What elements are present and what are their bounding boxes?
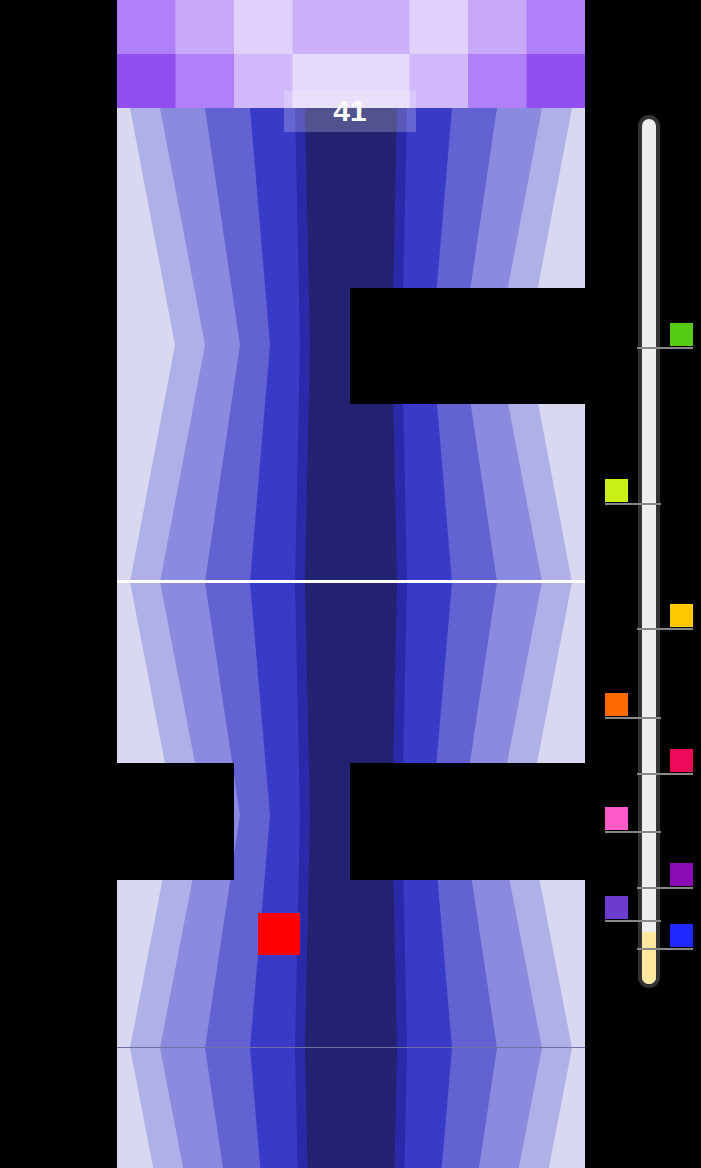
goal-tile — [117, 54, 176, 108]
level-marker — [605, 479, 628, 502]
marker-tick — [637, 628, 693, 630]
marker-tick — [605, 717, 661, 719]
level-marker — [605, 693, 628, 716]
marker-tick — [605, 831, 661, 833]
level-marker — [605, 807, 628, 830]
goal-tile — [527, 54, 586, 108]
tunnel — [117, 0, 585, 1168]
level-marker — [605, 896, 628, 919]
goal-tile — [117, 0, 176, 54]
level-marker — [670, 924, 693, 947]
wall — [117, 763, 234, 880]
goal-tile — [468, 0, 527, 54]
level-marker — [670, 604, 693, 627]
goal-tile — [410, 0, 469, 54]
goal-tile — [351, 0, 410, 54]
goal-tile — [468, 54, 527, 108]
marker-tick — [605, 503, 661, 505]
marker-tick — [637, 773, 693, 775]
marker-tick — [637, 887, 693, 889]
tunnel-stripe — [295, 1048, 407, 1168]
goal-tile — [293, 0, 352, 54]
game-area[interactable]: 41 — [117, 0, 585, 1168]
tunnel-stripe — [160, 1048, 542, 1168]
game-screen: 41 — [0, 0, 701, 1168]
progress-fill — [642, 932, 656, 984]
tunnel-stripe — [205, 1048, 497, 1168]
goal-tile — [527, 0, 586, 54]
goal-tile — [234, 0, 293, 54]
tunnel-ground — [117, 108, 585, 1168]
level-marker — [670, 863, 693, 886]
wall — [350, 288, 585, 404]
tunnel-stripe — [130, 1048, 572, 1168]
goal-tile — [176, 0, 235, 54]
goal-tile — [176, 54, 235, 108]
player[interactable] — [258, 913, 300, 955]
score: 41 — [284, 90, 416, 132]
progress-panel — [585, 0, 701, 1168]
tunnel-stripe — [305, 1048, 397, 1168]
left-margin — [0, 0, 117, 1168]
checkpoint-line — [117, 580, 585, 583]
segment-line — [117, 1047, 585, 1048]
progress-track — [638, 115, 660, 988]
level-marker — [670, 749, 693, 772]
tunnel-stripe — [250, 1048, 452, 1168]
marker-tick — [605, 920, 661, 922]
goal-tile — [410, 54, 469, 108]
marker-tick — [637, 347, 693, 349]
wall — [350, 763, 585, 880]
level-marker — [670, 323, 693, 346]
marker-tick — [637, 948, 693, 950]
